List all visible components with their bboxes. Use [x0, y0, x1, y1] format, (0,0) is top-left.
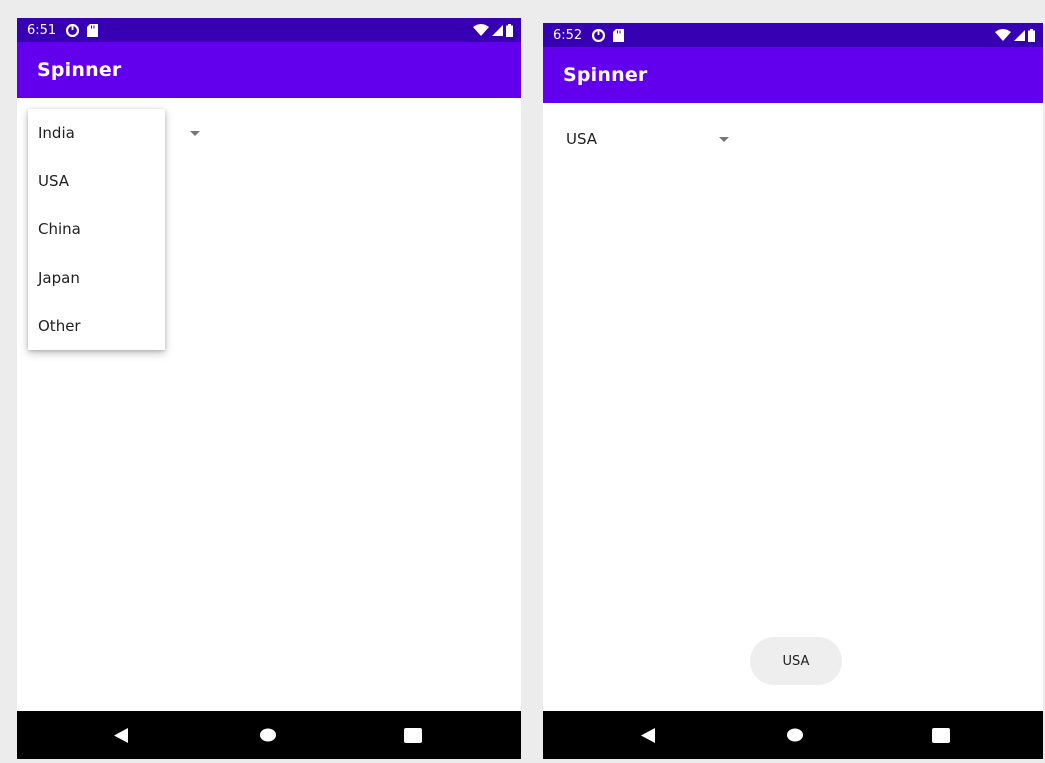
navigation-bar	[17, 711, 521, 759]
toast-message: USA	[750, 637, 842, 685]
home-button[interactable]	[246, 713, 290, 757]
signal-icon	[1014, 29, 1025, 41]
sd-card-icon	[87, 23, 99, 37]
recents-icon	[932, 727, 950, 743]
signal-icon	[492, 24, 503, 36]
country-spinner[interactable]: USA	[566, 123, 746, 155]
back-icon	[641, 727, 655, 743]
battery-icon	[506, 23, 513, 37]
status-time: 6:51	[27, 22, 57, 38]
navigation-bar	[543, 711, 1043, 759]
dropdown-arrow-icon	[190, 131, 200, 136]
spinner-selected-value: USA	[566, 130, 598, 148]
dropdown-item-china[interactable]: China	[28, 205, 165, 253]
data-saver-icon	[66, 23, 80, 37]
home-button[interactable]	[773, 713, 817, 757]
status-bar: 6:52	[543, 23, 1043, 47]
dropdown-item-other[interactable]: Other	[28, 302, 165, 350]
app-bar: Spinner	[17, 42, 521, 98]
home-icon	[787, 728, 803, 742]
recents-button[interactable]	[391, 713, 435, 757]
battery-icon	[1028, 28, 1035, 42]
back-button[interactable]	[626, 713, 670, 757]
dropdown-item-india[interactable]: India	[28, 109, 165, 157]
dropdown-arrow-icon	[719, 137, 729, 142]
sd-card-icon	[613, 28, 625, 42]
app-title: Spinner	[563, 64, 648, 86]
app-bar: Spinner	[543, 47, 1043, 103]
spinner-dropdown-list: India USA China Japan Other	[28, 109, 165, 350]
phone-screen-left: 6:51 Spinner India USA China Japan Other	[17, 18, 521, 759]
data-saver-icon	[592, 28, 606, 42]
status-bar: 6:51	[17, 18, 521, 42]
wifi-icon	[995, 29, 1011, 41]
wifi-icon	[473, 24, 489, 36]
app-title: Spinner	[37, 59, 122, 81]
home-icon	[260, 728, 276, 742]
phone-screen-right: 6:52 Spinner USA USA	[543, 23, 1043, 759]
status-time: 6:52	[553, 27, 583, 43]
back-button[interactable]	[99, 713, 143, 757]
dropdown-item-japan[interactable]: Japan	[28, 254, 165, 302]
recents-icon	[404, 727, 422, 743]
recents-button[interactable]	[919, 713, 963, 757]
dropdown-item-usa[interactable]: USA	[28, 157, 165, 205]
back-icon	[114, 727, 128, 743]
